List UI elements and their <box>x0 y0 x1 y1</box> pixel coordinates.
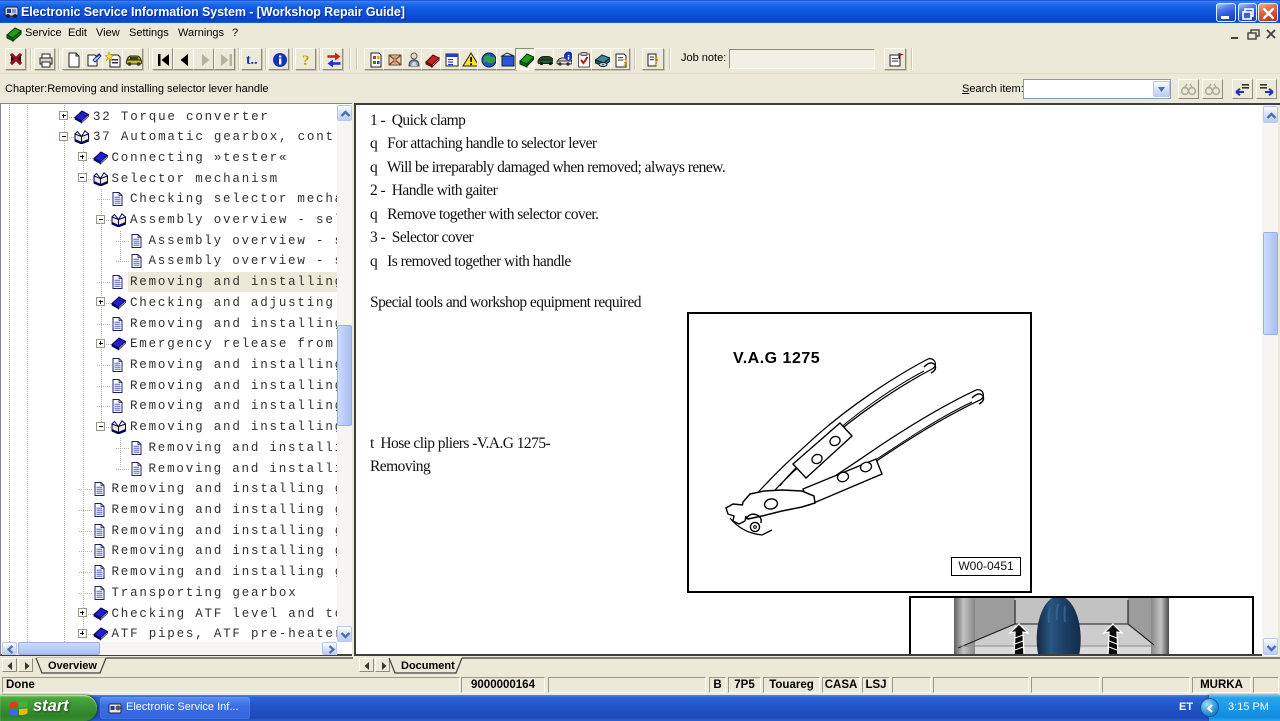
svg-text:?: ? <box>302 53 310 69</box>
svg-text:?: ? <box>622 57 628 69</box>
svg-text:?: ? <box>653 55 659 69</box>
svg-text:t..: t.. <box>246 53 258 68</box>
